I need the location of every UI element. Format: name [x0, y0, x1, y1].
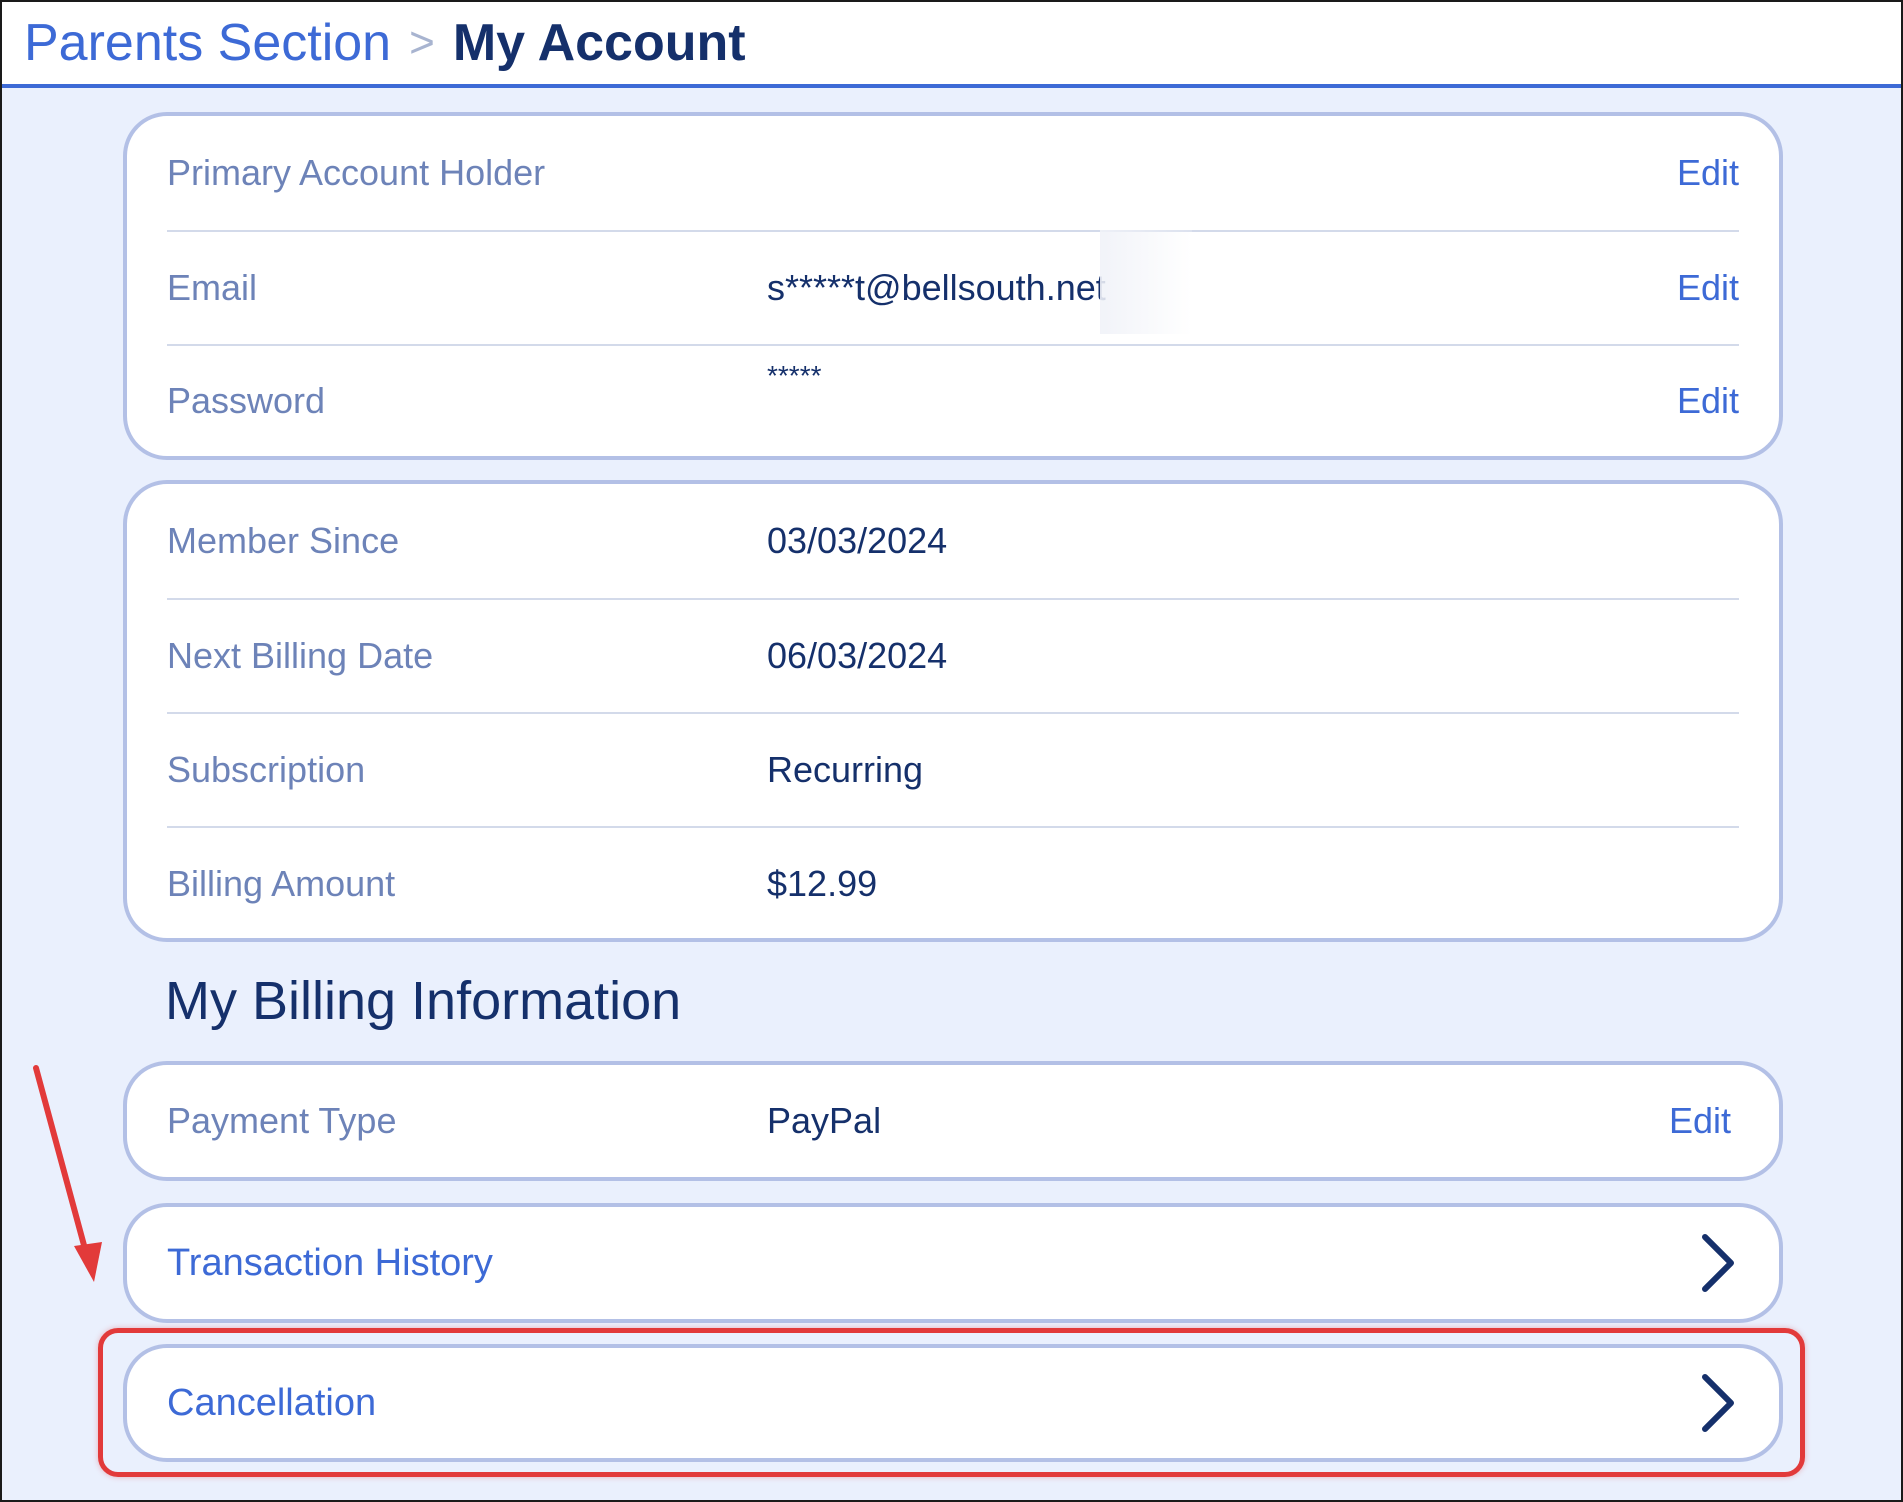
- email-label: Email: [167, 267, 258, 308]
- primary-holder-label: Primary Account Holder: [167, 152, 546, 193]
- redaction-smudge: [1100, 230, 1192, 334]
- payment-row: Payment Type PayPal Edit: [167, 1065, 1731, 1177]
- page-title: My Account: [452, 14, 746, 72]
- breadcrumb: Parents Section > My Account: [2, 2, 1901, 88]
- subscription-value: Recurring: [767, 749, 924, 790]
- payment-type-label: Payment Type: [167, 1100, 397, 1141]
- member-since-label: Member Since: [167, 520, 400, 561]
- cancellation-label: Cancellation: [167, 1381, 377, 1424]
- cancellation-button[interactable]: Cancellation: [123, 1344, 1783, 1462]
- subscription-label: Subscription: [167, 749, 366, 790]
- account-row-password: Password ***** Edit: [167, 346, 1739, 456]
- membership-row-amount: Billing Amount $12.99: [167, 828, 1739, 940]
- edit-primary-holder-button[interactable]: Edit: [1677, 152, 1739, 194]
- transaction-history-label: Transaction History: [167, 1241, 493, 1284]
- payment-type-value: PayPal: [767, 1100, 882, 1141]
- membership-card: Member Since 03/03/2024 Next Billing Dat…: [123, 480, 1783, 942]
- account-row-email: Email s*****t@bellsouth.net Edit: [167, 232, 1739, 346]
- chevron-right-icon: [1702, 1374, 1734, 1432]
- membership-row-next-billing: Next Billing Date 06/03/2024: [167, 600, 1739, 714]
- billing-amount-value: $12.99: [767, 863, 878, 904]
- billing-section-title: My Billing Information: [165, 971, 682, 1031]
- email-value: s*****t@bellsouth.net: [767, 267, 1106, 308]
- account-card: Primary Account Holder Edit Email s*****…: [123, 112, 1783, 460]
- password-label: Password: [167, 380, 326, 421]
- membership-row-subscription: Subscription Recurring: [167, 714, 1739, 828]
- page-frame: Parents Section > My Account Primary Acc…: [0, 0, 1903, 1502]
- edit-password-button[interactable]: Edit: [1677, 380, 1739, 422]
- annotation-arrow-icon: [33, 1065, 102, 1282]
- password-value: *****: [767, 360, 822, 391]
- next-billing-value: 06/03/2024: [767, 635, 948, 676]
- membership-row-since: Member Since 03/03/2024: [167, 484, 1739, 600]
- payment-card: Payment Type PayPal Edit: [123, 1061, 1783, 1181]
- account-row-holder: Primary Account Holder Edit: [167, 116, 1739, 232]
- billing-amount-label: Billing Amount: [167, 863, 396, 904]
- member-since-value: 03/03/2024: [767, 520, 948, 561]
- edit-payment-button[interactable]: Edit: [1669, 1100, 1731, 1142]
- breadcrumb-parent-link[interactable]: Parents Section: [24, 13, 391, 73]
- breadcrumb-separator: >: [409, 18, 435, 67]
- chevron-right-icon: [1702, 1234, 1734, 1292]
- next-billing-label: Next Billing Date: [167, 635, 434, 676]
- transaction-history-button[interactable]: Transaction History: [123, 1203, 1783, 1323]
- edit-email-button[interactable]: Edit: [1677, 267, 1739, 309]
